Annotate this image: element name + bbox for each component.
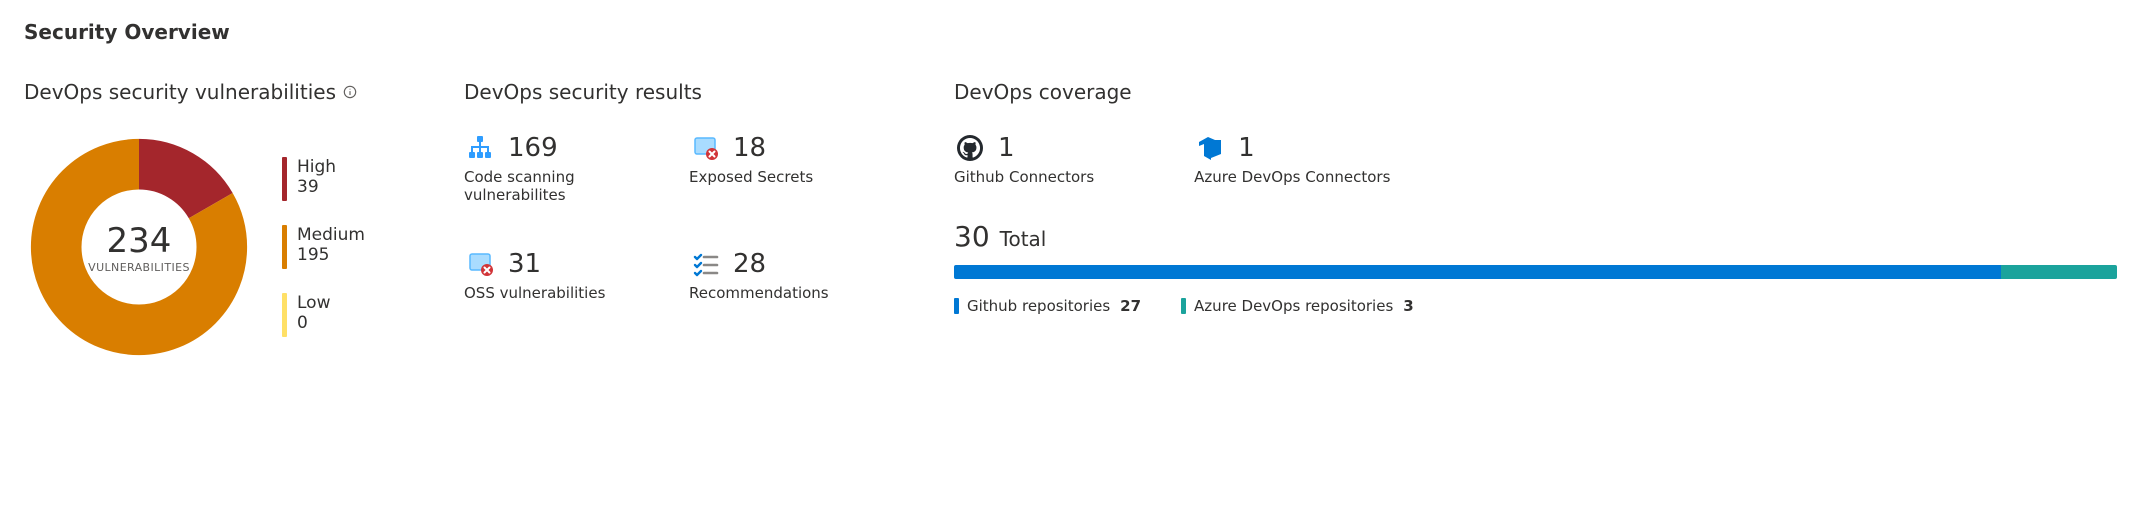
vulnerabilities-title: DevOps security vulnerabilities [24,80,404,104]
results-title: DevOps security results [464,80,894,104]
code-scan-icon [464,132,496,164]
coverage-bar-segment [2001,265,2117,279]
legend-swatch [954,298,959,314]
legend-value: 195 [297,245,365,265]
legend-swatch [282,225,287,269]
github-icon [954,132,986,164]
connector-value: 1 [1238,133,1255,163]
coverage-legend-label: Github repositories [967,297,1110,315]
vulnerabilities-legend: High39 Medium195 Low0 [282,157,365,337]
coverage-legend: Github repositories 27 Azure DevOps reposi… [954,297,2117,315]
legend-name: High [297,157,336,177]
legend-swatch [282,293,287,337]
oss-icon [464,248,496,280]
coverage-connectors-row: 1 Github Connectors 1 Azure DevOps Connecto… [954,132,2117,186]
legend-name: Low [297,293,330,313]
metric-label: OSS vulnerabilities [464,284,669,302]
legend-swatch [282,157,287,201]
metric-value: 28 [733,249,766,279]
legend-swatch [1181,298,1186,314]
coverage-total: 30 Total [954,220,2117,253]
vulnerabilities-title-text: DevOps security vulnerabilities [24,80,336,104]
results-title-text: DevOps security results [464,80,702,104]
coverage-total-word: Total [1000,227,1047,251]
vulnerabilities-total-value: 234 [107,221,172,261]
info-icon[interactable] [342,84,358,100]
coverage-title-text: DevOps coverage [954,80,1132,104]
page-title: Security Overview [24,20,2117,44]
panels-row: DevOps security vulnerabilities 234 VULN… [24,80,2117,362]
legend-value: 0 [297,313,330,333]
coverage-title: DevOps coverage [954,80,2117,104]
coverage-bar-segment [954,265,2001,279]
connector-label: Azure DevOps Connectors [1194,168,1390,186]
coverage-connector[interactable]: 1 Github Connectors [954,132,1094,186]
metric-value: 31 [508,249,541,279]
legend-name: Medium [297,225,365,245]
metric-value: 169 [508,133,558,163]
coverage-bar-chart [954,265,2117,279]
connector-label: Github Connectors [954,168,1094,186]
vulnerabilities-total-label: VULNERABILITIES [88,261,190,274]
vulnerabilities-legend-item[interactable]: Medium195 [282,225,365,269]
metric-label: Exposed Secrets [689,168,894,186]
recommend-icon [689,248,721,280]
coverage-legend-value: 27 [1120,297,1141,315]
coverage-panel: DevOps coverage 1 Github Connectors 1 Azure… [954,80,2117,315]
secrets-icon [689,132,721,164]
coverage-legend-item[interactable]: Azure DevOps repositories 3 [1181,297,1414,315]
vulnerabilities-panel: DevOps security vulnerabilities 234 VULN… [24,80,404,362]
coverage-total-value: 30 [954,220,990,253]
results-metric[interactable]: 28 Recommendations [689,248,894,302]
legend-value: 39 [297,177,336,197]
coverage-legend-value: 3 [1403,297,1413,315]
vulnerabilities-legend-item[interactable]: High39 [282,157,365,201]
results-panel: DevOps security results 169 Code scanning… [464,80,894,302]
vulnerabilities-legend-item[interactable]: Low0 [282,293,365,337]
azdo-icon [1194,132,1226,164]
vulnerabilities-donut-chart: 234 VULNERABILITIES [24,132,254,362]
results-metric[interactable]: 18 Exposed Secrets [689,132,894,204]
coverage-connector[interactable]: 1 Azure DevOps Connectors [1194,132,1390,186]
metric-label: Recommendations [689,284,894,302]
results-grid: 169 Code scanning vulnerabilites 18 Exposed… [464,132,894,302]
metric-label: Code scanning vulnerabilites [464,168,669,204]
coverage-legend-label: Azure DevOps repositories [1194,297,1393,315]
results-metric[interactable]: 31 OSS vulnerabilities [464,248,669,302]
coverage-legend-item[interactable]: Github repositories 27 [954,297,1141,315]
metric-value: 18 [733,133,766,163]
results-metric[interactable]: 169 Code scanning vulnerabilites [464,132,669,204]
connector-value: 1 [998,133,1015,163]
